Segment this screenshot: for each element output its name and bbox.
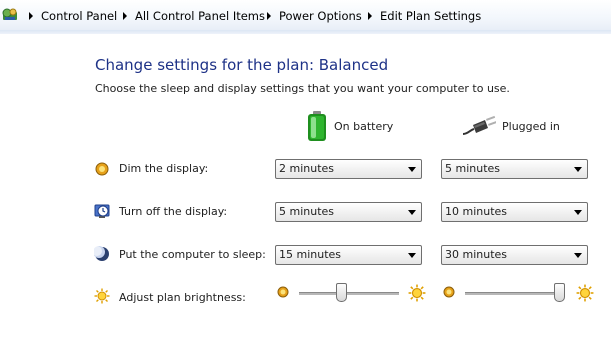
brightness-plugged-slider-group — [443, 283, 603, 303]
chevron-right-icon[interactable] — [265, 8, 273, 24]
sleep-battery-select[interactable]: 15 minutes — [275, 245, 422, 265]
dropdown-arrow-icon — [408, 210, 416, 215]
slider-track — [465, 292, 565, 296]
slider-track — [299, 292, 399, 296]
display-timer-icon — [94, 204, 110, 218]
address-bar[interactable]: Control Panel All Control Panel Items Po… — [0, 0, 611, 31]
dropdown-arrow-icon — [574, 253, 582, 258]
breadcrumb-edit-plan-settings[interactable]: Edit Plan Settings — [380, 8, 481, 24]
column-label-plugged: Plugged in — [502, 119, 560, 133]
column-plugged-in: Plugged in — [462, 110, 560, 142]
brightness-plugged-slider[interactable] — [465, 283, 565, 303]
control-panel-icon — [2, 8, 17, 20]
battery-icon — [308, 111, 326, 141]
dropdown-arrow-icon — [574, 167, 582, 172]
turn-off-display-plugged-value: 10 minutes — [445, 205, 508, 218]
dim-display-label: Dim the display: — [119, 162, 209, 175]
chevron-right-icon[interactable] — [121, 8, 129, 24]
column-on-battery: On battery — [306, 110, 393, 142]
chevron-right-icon[interactable] — [27, 8, 35, 24]
address-bar-divider — [0, 30, 611, 34]
column-label-battery: On battery — [334, 119, 394, 133]
bright-sun-icon — [408, 284, 426, 302]
dim-display-battery-select[interactable]: 2 minutes — [275, 159, 422, 179]
dim-display-plugged-select[interactable]: 5 minutes — [441, 159, 588, 179]
turn-off-display-battery-select[interactable]: 5 minutes — [275, 202, 422, 222]
dim-display-plugged-value: 5 minutes — [445, 162, 501, 175]
dropdown-arrow-icon — [408, 167, 416, 172]
page-title: Change settings for the plan: Balanced — [95, 56, 389, 74]
sleep-label: Put the computer to sleep: — [119, 248, 266, 261]
brightness-battery-slider[interactable] — [299, 283, 399, 303]
dim-sun-icon — [443, 286, 455, 298]
turn-off-display-battery-value: 5 minutes — [279, 205, 335, 218]
dropdown-arrow-icon — [574, 210, 582, 215]
brightness-label: Adjust plan brightness: — [119, 291, 246, 304]
slider-thumb[interactable] — [554, 283, 565, 302]
moon-sleep-icon — [94, 246, 109, 261]
plug-icon — [462, 115, 496, 135]
dim-display-icon — [95, 162, 109, 176]
dropdown-arrow-icon — [408, 253, 416, 258]
turn-off-display-label: Turn off the display: — [119, 205, 228, 218]
turn-off-display-plugged-select[interactable]: 10 minutes — [441, 202, 588, 222]
sleep-plugged-select[interactable]: 30 minutes — [441, 245, 588, 265]
dim-display-battery-value: 2 minutes — [279, 162, 335, 175]
page-subtitle: Choose the sleep and display settings th… — [95, 82, 510, 95]
breadcrumb-control-panel[interactable]: Control Panel — [41, 8, 117, 24]
breadcrumb-all-items[interactable]: All Control Panel Items — [135, 8, 265, 24]
sun-icon — [94, 288, 110, 304]
bright-sun-icon — [576, 284, 594, 302]
chevron-right-icon[interactable] — [366, 8, 374, 24]
slider-thumb[interactable] — [336, 283, 347, 302]
breadcrumb-power-options[interactable]: Power Options — [279, 8, 362, 24]
dim-sun-icon — [277, 286, 289, 298]
brightness-battery-slider-group — [277, 283, 427, 303]
sleep-battery-value: 15 minutes — [279, 248, 342, 261]
sleep-plugged-value: 30 minutes — [445, 248, 508, 261]
